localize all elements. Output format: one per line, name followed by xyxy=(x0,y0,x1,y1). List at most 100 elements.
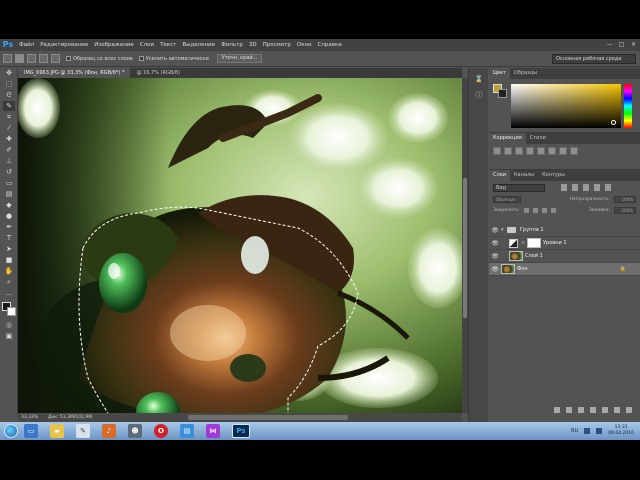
menu-view[interactable]: Просмотр xyxy=(260,39,294,51)
visual-studio-icon[interactable]: ⋈ xyxy=(206,424,220,438)
auto-enhance-checkbox[interactable] xyxy=(138,56,144,61)
workspace-select[interactable]: Основная рабочая среда xyxy=(552,54,636,64)
new-layer-icon[interactable] xyxy=(614,407,620,413)
lock-pixels-icon[interactable] xyxy=(523,208,529,213)
layer-name[interactable]: Группа 1 xyxy=(520,227,544,233)
opacity-field[interactable]: 100% xyxy=(614,196,636,203)
new-selection-icon[interactable] xyxy=(15,54,24,63)
new-group-icon[interactable] xyxy=(602,407,608,413)
alien-app-icon[interactable]: ☻ xyxy=(128,424,142,438)
lock-icon[interactable]: 🔒 xyxy=(620,266,626,272)
layer-row-background[interactable]: 👁 Фон 🔒 xyxy=(489,263,640,276)
minimize-icon[interactable]: — xyxy=(605,41,614,49)
menu-file[interactable]: Файл xyxy=(16,39,37,51)
menu-window[interactable]: Окно xyxy=(294,39,315,51)
opera-icon[interactable]: O xyxy=(154,424,168,438)
filter-pixel-icon[interactable] xyxy=(561,184,567,191)
layer-thumbnail[interactable] xyxy=(501,264,515,274)
refine-edge-button[interactable]: Уточн. край... xyxy=(216,54,263,63)
lasso-tool-icon[interactable]: ᘓ xyxy=(3,90,15,100)
tray-clock[interactable]: 13:31 09.04.2016 xyxy=(608,425,634,437)
brush-size-icon[interactable] xyxy=(51,54,60,63)
zoom-readout[interactable]: 33,33% xyxy=(18,415,48,420)
lock-all-icon[interactable] xyxy=(550,208,556,213)
eye-icon[interactable]: 👁 xyxy=(489,263,501,276)
lock-paint-icon[interactable] xyxy=(532,208,538,213)
layer-row-layer1[interactable]: 👁 Слой 1 xyxy=(489,250,640,263)
menu-edit[interactable]: Редактирование xyxy=(37,39,91,51)
tab-color[interactable]: Цвет xyxy=(489,68,510,79)
healing-brush-icon[interactable]: ✚ xyxy=(3,134,15,144)
menu-layers[interactable]: Слои xyxy=(137,39,157,51)
layer-name[interactable]: Слой 1 xyxy=(525,253,543,259)
blur-tool-icon[interactable]: ◆ xyxy=(3,200,15,210)
tab-adjustments[interactable]: Коррекция xyxy=(489,133,526,144)
document-canvas[interactable] xyxy=(18,78,462,413)
layer-name[interactable]: Уровни 1 xyxy=(543,240,567,246)
layer-filter-select[interactable]: Вид xyxy=(493,184,545,192)
layer-row-levels[interactable]: 👁 ∞ Уровни 1 xyxy=(489,237,640,250)
eye-icon[interactable]: 👁 xyxy=(489,237,501,250)
add-mask-icon[interactable] xyxy=(578,407,584,413)
quick-mask-icon[interactable]: ◎ xyxy=(3,320,15,330)
gradient-tool-icon[interactable]: ▤ xyxy=(3,189,15,199)
color-panel-swatches[interactable] xyxy=(493,84,507,98)
document-size-info[interactable]: Док: 51,3M/102,9M xyxy=(48,415,92,420)
subtract-selection-icon[interactable] xyxy=(39,54,48,63)
layer-name[interactable]: Фон xyxy=(517,266,528,272)
path-selection-icon[interactable]: ➤ xyxy=(3,244,15,254)
menu-help[interactable]: Справка xyxy=(314,39,344,51)
filter-type-icon[interactable] xyxy=(583,184,589,191)
tab-channels[interactable]: Каналы xyxy=(510,170,538,181)
dodge-tool-icon[interactable]: ● xyxy=(3,211,15,221)
menu-image[interactable]: Изображение xyxy=(91,39,137,51)
color-picker-marker[interactable] xyxy=(611,120,616,125)
network-icon[interactable] xyxy=(584,428,591,434)
paint-icon[interactable]: ✎ xyxy=(76,424,90,438)
horizontal-scrollbar[interactable] xyxy=(188,415,348,420)
media-player-icon[interactable]: ♪ xyxy=(102,424,116,438)
brush-tool-icon[interactable]: ✐ xyxy=(3,145,15,155)
type-tool-icon[interactable]: T xyxy=(3,233,15,243)
clone-stamp-icon[interactable]: ⊥ xyxy=(3,156,15,166)
menu-filter[interactable]: Фильтр xyxy=(218,39,246,51)
properties-icon[interactable]: ⓘ xyxy=(473,90,485,100)
menu-select[interactable]: Выделение xyxy=(179,39,218,51)
crop-tool-icon[interactable]: ⌗ xyxy=(3,112,15,122)
filter-shape-icon[interactable] xyxy=(594,184,600,191)
background-color[interactable] xyxy=(7,307,16,316)
layer-style-icon[interactable] xyxy=(566,407,572,413)
color-picker-field[interactable] xyxy=(511,84,621,128)
menu-3d[interactable]: 3D xyxy=(246,39,260,51)
eye-icon[interactable]: 👁 xyxy=(489,250,501,263)
blend-mode-select[interactable]: Обычные xyxy=(493,196,521,203)
start-button[interactable] xyxy=(4,424,18,438)
eye-icon[interactable]: 👁 xyxy=(489,224,501,237)
sample-all-layers-checkbox[interactable] xyxy=(66,56,71,61)
eraser-tool-icon[interactable]: ▭ xyxy=(3,178,15,188)
vertical-scroll-thumb[interactable] xyxy=(463,178,467,318)
lock-position-icon[interactable] xyxy=(541,208,547,213)
color-swatches[interactable] xyxy=(2,302,16,316)
add-to-selection-icon[interactable] xyxy=(27,54,36,63)
brightness-contrast-icon[interactable] xyxy=(493,147,501,155)
black-white-icon[interactable] xyxy=(570,147,578,155)
shape-tool-icon[interactable]: ■ xyxy=(3,255,15,265)
color-panel-background[interactable] xyxy=(498,89,507,98)
layer-mask-thumbnail[interactable] xyxy=(527,238,541,248)
menu-type[interactable]: Текст xyxy=(157,39,179,51)
marquee-tool-icon[interactable]: ⬚ xyxy=(3,79,15,89)
quick-selection-tool-icon[interactable]: ✎ xyxy=(3,101,15,111)
quick-selection-preset-icon[interactable] xyxy=(3,54,12,63)
hand-tool-icon[interactable]: ✋ xyxy=(3,266,15,276)
language-indicator[interactable]: RU xyxy=(571,428,578,434)
filter-smart-icon[interactable] xyxy=(605,184,611,191)
zoom-tool-icon[interactable]: ⌕ xyxy=(3,277,15,287)
tab-paths[interactable]: Контуры xyxy=(538,170,569,181)
tab-img-6963[interactable]: IMG_6963.JPG @ 33,3% (Фон, RGB/8*) * xyxy=(18,68,131,78)
tab-second-document[interactable]: @ 16,7% (RGB/8) xyxy=(130,68,186,78)
layer-row-group[interactable]: 👁 ▾ Группа 1 xyxy=(489,224,640,237)
delete-layer-icon[interactable] xyxy=(626,407,632,413)
history-brush-icon[interactable]: ↺ xyxy=(3,167,15,177)
color-balance-icon[interactable] xyxy=(559,147,567,155)
